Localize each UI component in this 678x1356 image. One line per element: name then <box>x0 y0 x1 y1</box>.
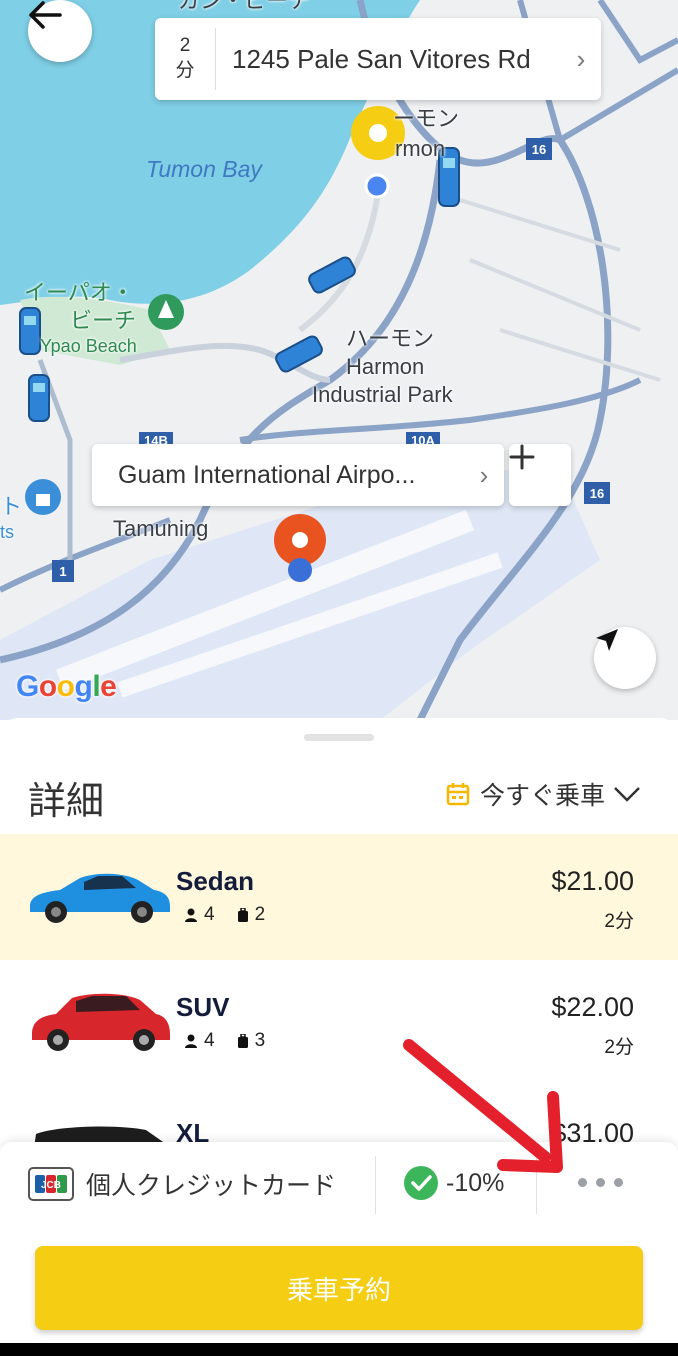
vehicle-price: $22.00 <box>551 992 634 1022</box>
map-label-left-partial-2: ts <box>0 522 15 542</box>
map-view[interactable]: 16 16 14B 10A 1 ガン・ビーチ ーモン rmon Tumon Ba… <box>0 0 678 720</box>
vehicle-price: $21.00 <box>551 866 634 896</box>
dot-icon <box>614 1178 623 1187</box>
map-canvas: 16 16 14B 10A 1 <box>0 0 678 720</box>
vehicle-name: SUV <box>176 992 230 1022</box>
map-label-ypao-jp-1: イーパオ・ <box>24 280 134 305</box>
map-label-harmon-en-2: Industrial Park <box>312 382 453 407</box>
system-nav-bar <box>0 1343 678 1356</box>
vehicle-name: Sedan <box>176 866 255 896</box>
person-icon <box>185 908 197 922</box>
calendar-icon <box>446 783 470 806</box>
chevron-right-icon: › <box>479 459 489 490</box>
vehicle-capacity: 4 2 <box>184 904 265 926</box>
pickup-address: 1245 Pale San Vitores Rd <box>232 43 531 74</box>
back-button[interactable] <box>28 0 92 62</box>
luggage-icon <box>237 908 248 922</box>
vehicle-eta: 2分 <box>604 1037 634 1058</box>
vehicle-eta: 2分 <box>604 911 634 932</box>
arrow-left-icon <box>29 1 62 29</box>
sheet-drag-handle[interactable] <box>304 734 374 741</box>
sedan-car-image <box>30 873 170 923</box>
route-1-label: 1 <box>59 564 66 579</box>
chevron-right-icon: › <box>576 43 586 74</box>
my-location-button[interactable] <box>594 627 656 689</box>
schedule-label: 今すぐ乗車 <box>480 782 606 810</box>
google-logo: Google <box>16 670 117 703</box>
payment-method-selector[interactable]: JCB 個人クレジットカード <box>28 1166 336 1202</box>
map-label-tamuning: Tamuning <box>113 516 209 541</box>
vehicle-price: $31.00 <box>551 1118 634 1142</box>
map-label-harmon-en-1: Harmon <box>346 354 425 379</box>
jcb-logo: JCB <box>35 1175 67 1193</box>
xl-car-image <box>34 1126 164 1142</box>
route-16b-label: 16 <box>590 486 604 501</box>
schedule-selector[interactable]: 今すぐ乗車 <box>446 776 641 812</box>
dot-icon <box>596 1178 605 1187</box>
plus-icon <box>509 444 535 470</box>
luggage-count: 3 <box>254 1030 266 1051</box>
luggage-count: 2 <box>254 904 266 925</box>
chevron-down-icon <box>614 787 640 802</box>
map-label-harmon-top-jp: ーモン <box>393 106 460 131</box>
map-label-partial-top: ガン・ビーチ <box>178 0 311 13</box>
passenger-count: 4 <box>204 1030 215 1051</box>
check-circle-icon <box>404 1166 438 1200</box>
vehicle-capacity: 4 3 <box>184 1030 265 1052</box>
vehicle-option-sedan[interactable]: Sedan 4 2 $21.00 2分 <box>0 834 678 960</box>
book-ride-button[interactable]: 乗車予約 <box>35 1246 643 1330</box>
checkout-bar: JCB 個人クレジットカード -10% 乗車予約 <box>0 1142 678 1356</box>
navigation-arrow-icon <box>596 629 618 651</box>
map-label-ypao-jp-2: ビーチ <box>70 308 137 333</box>
map-label-harmon-jp: ハーモン <box>346 326 435 351</box>
passenger-count: 4 <box>204 904 215 925</box>
svg-text:JCB: JCB <box>41 1180 61 1191</box>
pickup-eta: 2 分 <box>155 28 216 90</box>
destination-address-card[interactable]: Guam International Airpo... › <box>92 444 504 506</box>
discount-label: -10% <box>446 1168 505 1197</box>
divider <box>375 1156 376 1214</box>
sheet-title: 詳細 <box>28 781 105 823</box>
dot-icon <box>578 1178 587 1187</box>
person-icon <box>185 1034 197 1048</box>
map-label-left-partial-1: ト <box>0 494 23 519</box>
pickup-address-card[interactable]: 2 分 1245 Pale San Vitores Rd › <box>155 18 601 100</box>
map-label-tumon-bay: Tumon Bay <box>146 156 262 182</box>
vehicle-name: XL <box>176 1118 210 1142</box>
pickup-eta-value: 2 <box>179 35 191 57</box>
map-label-ypao-en: Ypao Beach <box>40 336 137 356</box>
jcb-card-icon: JCB <box>28 1167 74 1201</box>
pickup-eta-unit: 分 <box>175 60 195 81</box>
map-label-harmon-top-en: rmon <box>395 136 446 161</box>
payment-method-label: 個人クレジットカード <box>86 1172 337 1200</box>
suv-car-image <box>32 993 170 1051</box>
coupon-selector[interactable]: -10% <box>404 1166 504 1200</box>
destination-address: Guam International Airpo... <box>118 460 416 489</box>
vehicle-option-suv[interactable]: SUV 4 3 $22.00 2分 <box>0 960 678 1086</box>
vehicle-option-xl[interactable]: XL $31.00 <box>0 1086 678 1142</box>
divider <box>536 1156 537 1214</box>
add-stop-button[interactable] <box>509 444 571 506</box>
luggage-icon <box>237 1034 248 1048</box>
route-16a-label: 16 <box>532 142 546 157</box>
more-options-button[interactable] <box>578 1178 623 1187</box>
